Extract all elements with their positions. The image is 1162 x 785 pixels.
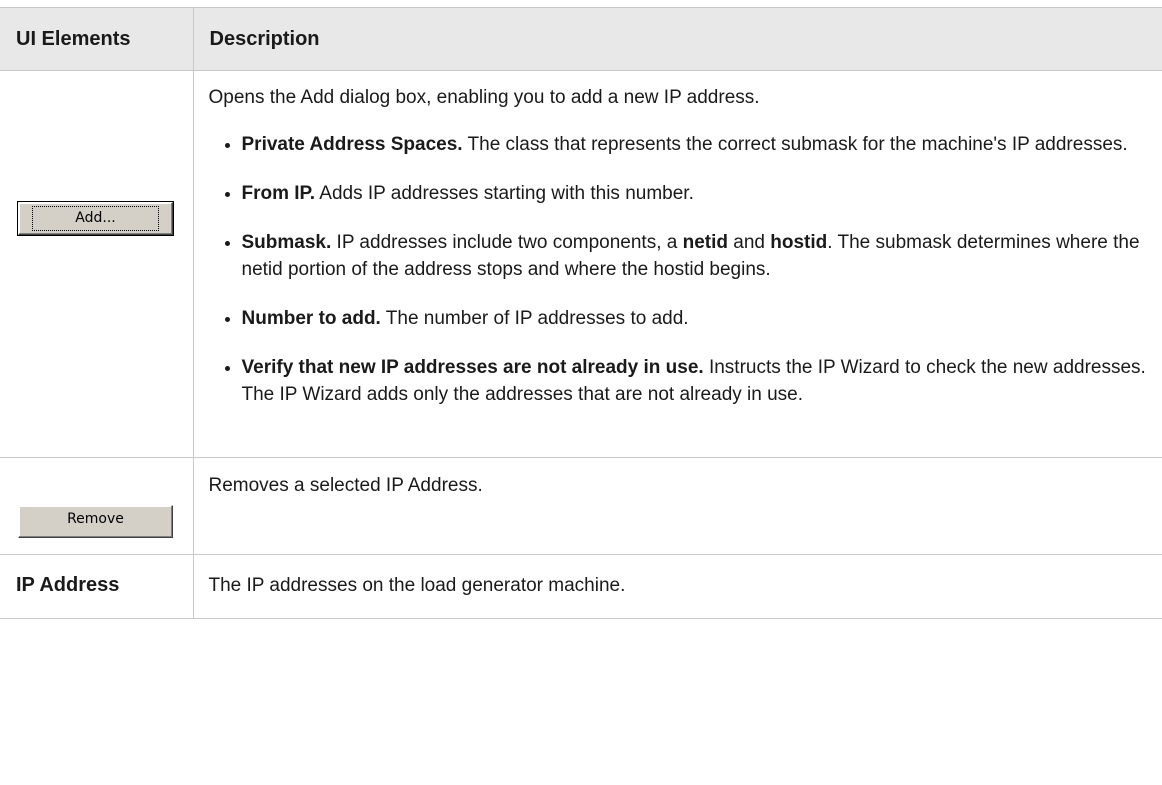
list-item-term: From IP. <box>241 183 316 204</box>
ui-cell-remove: Remove <box>0 457 193 555</box>
list-item: Verify that new IP addresses are not alr… <box>224 354 1153 408</box>
ip-address-label: IP Address <box>0 554 193 619</box>
table-row-add: Add... Opens the Add dialog box, enablin… <box>0 70 1162 458</box>
description-cell-remove: Removes a selected IP Address. <box>192 457 1162 555</box>
list-item-term: Private Address Spaces. <box>241 134 463 155</box>
table-row-remove: Remove Removes a selected IP Address. <box>0 457 1162 555</box>
add-button[interactable]: Add... <box>17 200 174 236</box>
bullet-icon <box>224 143 230 148</box>
ui-elements-table: UI Elements Description Add... Opens the… <box>0 7 1162 619</box>
list-item: Number to add. The number of IP addresse… <box>224 305 1153 332</box>
list-item-term: Submask. <box>241 232 332 253</box>
add-intro-text: Opens the Add dialog box, enabling you t… <box>208 87 760 108</box>
list-item-bold: netid <box>682 232 729 253</box>
bullet-icon <box>224 192 230 197</box>
add-button-label: Add... <box>32 205 159 231</box>
bullet-icon <box>224 317 230 322</box>
list-item-term: Verify that new IP addresses are not alr… <box>241 357 704 378</box>
list-item: Submask. IP addresses include two compon… <box>224 229 1153 283</box>
list-item-term: Number to add. <box>241 308 381 329</box>
ui-cell-add: Add... <box>0 70 193 458</box>
bullet-icon <box>224 366 230 371</box>
list-item-text: Adds IP addresses starting with this num… <box>315 183 694 204</box>
description-cell-add: Opens the Add dialog box, enabling you t… <box>192 70 1162 458</box>
list-item: From IP. Adds IP addresses starting with… <box>224 180 1153 207</box>
table-header-row: UI Elements Description <box>0 7 1162 71</box>
list-item: Private Address Spaces. The class that r… <box>224 131 1153 158</box>
list-item-text: and <box>728 232 771 253</box>
bullet-icon <box>224 241 230 246</box>
table-row-ip-address: IP Address The IP addresses on the load … <box>0 554 1162 619</box>
header-description: Description <box>192 7 1162 71</box>
remove-button[interactable]: Remove <box>18 505 173 538</box>
description-cell-ip-address: The IP addresses on the load generator m… <box>192 554 1162 619</box>
header-ui-elements: UI Elements <box>0 7 193 71</box>
add-options-list: Private Address Spaces. The class that r… <box>209 131 1153 408</box>
list-item-text: The class that represents the correct su… <box>462 134 1128 155</box>
list-item-bold: hostid <box>770 232 828 253</box>
list-item-text: IP addresses include two components, a <box>331 232 683 253</box>
list-item-text: The number of IP addresses to add. <box>380 308 689 329</box>
